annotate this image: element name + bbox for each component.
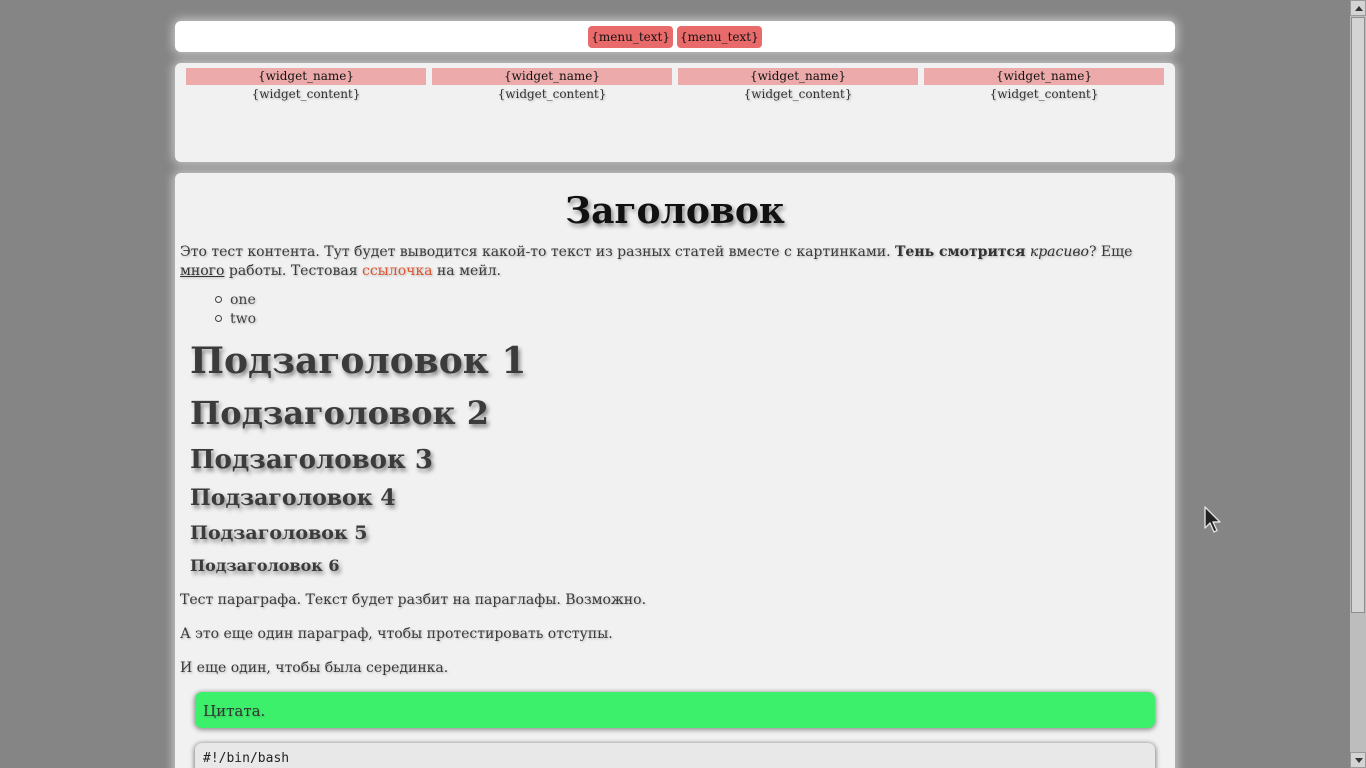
menu-items: {menu_text} {menu_text} — [175, 26, 1175, 48]
intro-italic-text: красиво — [1029, 244, 1089, 260]
subheading-2: Подзаголовок 2 — [190, 394, 489, 432]
vertical-scrollbar[interactable] — [1350, 0, 1366, 768]
widgets-bar: {widget_name} {widget_content} {widget_n… — [175, 63, 1175, 162]
intro-bold-text: Тень смотрится — [895, 244, 1026, 260]
scroll-up-button[interactable] — [1350, 0, 1366, 16]
widget-1: {widget_name} {widget_content} — [186, 68, 426, 104]
subheading-4: Подзаголовок 4 — [190, 485, 396, 511]
subheading-6: Подзаголовок 6 — [190, 556, 340, 575]
email-link[interactable]: ссылочка — [362, 263, 433, 279]
code-block: #!/bin/bash — [195, 743, 1155, 768]
widget-2: {widget_name} {widget_content} — [432, 68, 672, 104]
arrow-down-icon — [1355, 758, 1363, 763]
list-item: one — [214, 292, 256, 308]
subheading-5: Подзаголовок 5 — [190, 522, 368, 544]
bullet-list: one two — [214, 291, 257, 329]
widget-content: {widget_content} — [743, 87, 853, 101]
widget-title: {widget_name} — [924, 68, 1164, 85]
intro-text: на мейл. — [432, 263, 501, 279]
scroll-thumb[interactable] — [1351, 17, 1365, 613]
widget-4: {widget_name} {widget_content} — [924, 68, 1164, 104]
widget-title: {widget_name} — [186, 68, 426, 85]
widget-3: {widget_name} {widget_content} — [678, 68, 918, 104]
widget-content: {widget_content} — [251, 87, 361, 101]
intro-text: работы. Тестовая — [224, 263, 362, 279]
paragraph: Тест параграфа. Текст будет разбит на па… — [180, 592, 647, 608]
page-title: Заголовок — [565, 190, 785, 232]
subheading-3: Подзаголовок 3 — [190, 445, 433, 475]
list-item: two — [214, 311, 257, 327]
intro-text: Это тест контента. Тут будет выводится к… — [180, 244, 896, 260]
menu-item-2[interactable]: {menu_text} — [677, 26, 762, 48]
content-area: Заголовок Это тест контента. Тут будет в… — [175, 173, 1175, 768]
intro-paragraph: Это тест контента. Тут будет выводится к… — [180, 243, 1170, 281]
subheading-1: Подзаголовок 1 — [190, 340, 527, 382]
paragraph: И еще один, чтобы была серединка. — [180, 660, 449, 676]
menu-item-1[interactable]: {menu_text} — [588, 26, 673, 48]
intro-underlined-text: много — [180, 263, 225, 279]
arrow-up-icon — [1355, 6, 1363, 11]
widget-content: {widget_content} — [989, 87, 1099, 101]
widget-title: {widget_name} — [678, 68, 918, 85]
widget-title: {widget_name} — [432, 68, 672, 85]
arrow-cursor-icon — [1204, 506, 1221, 533]
widget-content: {widget_content} — [497, 87, 607, 101]
intro-text: ? Еще — [1088, 244, 1133, 260]
paragraph: А это еще один параграф, чтобы протестир… — [180, 626, 613, 642]
menu-bar: {menu_text} {menu_text} — [175, 21, 1175, 52]
blockquote: Цитата. — [195, 692, 1155, 728]
page-viewport: {menu_text} {menu_text} {widget_name} {w… — [0, 0, 1350, 768]
scroll-down-button[interactable] — [1350, 752, 1366, 768]
